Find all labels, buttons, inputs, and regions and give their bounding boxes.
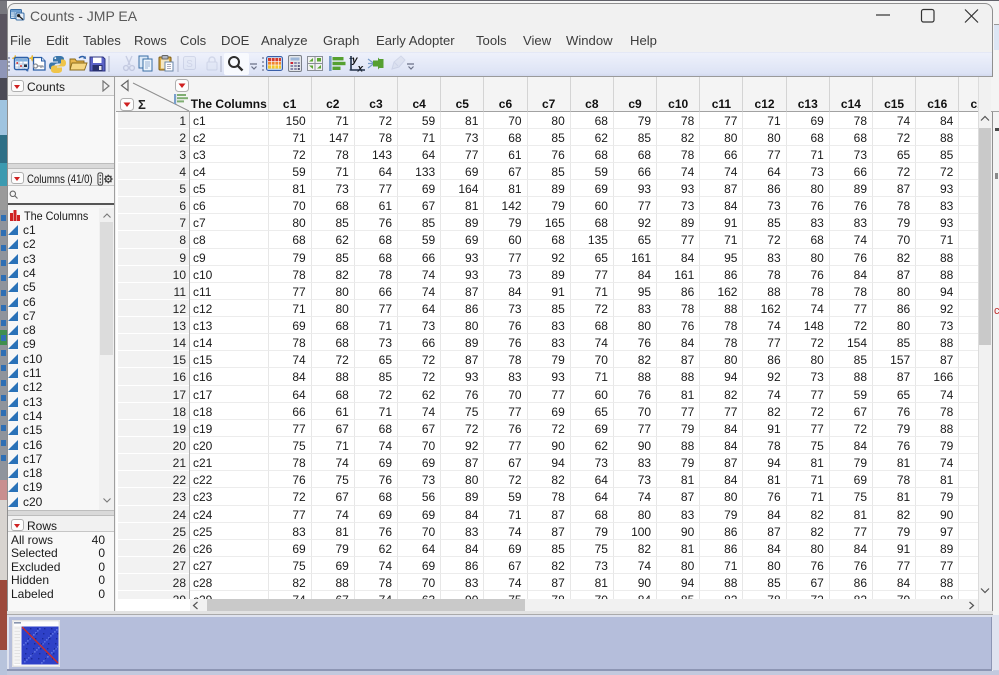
svg-text:x: x: [357, 64, 364, 75]
svg-text:Σ: Σ: [138, 97, 146, 111]
svg-text:S: S: [186, 59, 193, 70]
